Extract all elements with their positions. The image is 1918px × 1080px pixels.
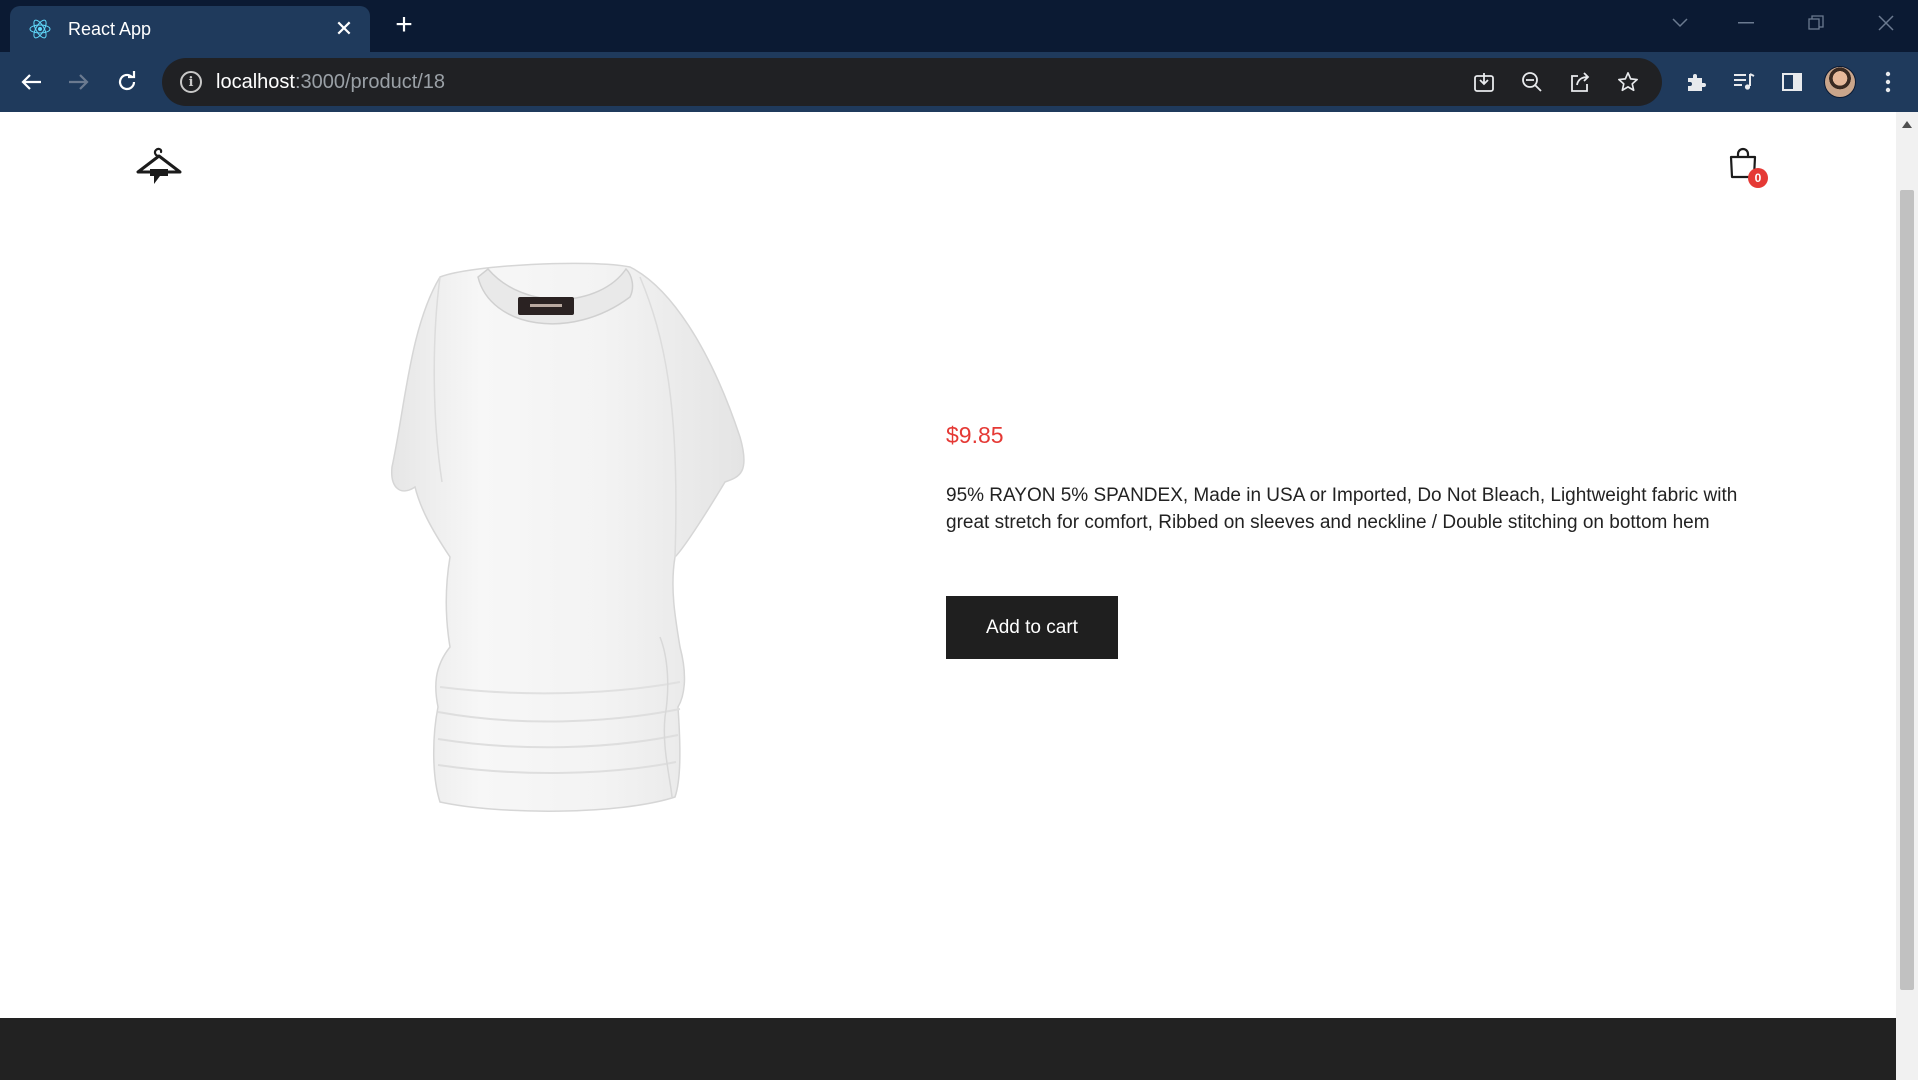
star-icon[interactable] [1604,58,1652,106]
restore-icon[interactable] [1796,8,1836,38]
product-price: $9.85 [946,422,1004,448]
kebab-menu-icon[interactable] [1864,58,1912,106]
minimize-icon[interactable] [1726,8,1766,38]
reload-button[interactable] [110,65,144,99]
side-panel-icon[interactable] [1768,58,1816,106]
url-host: localhost [216,70,295,93]
product-image [320,257,760,817]
browser-toolbar: i localhost:3000/product/18 [0,52,1918,112]
back-button[interactable] [14,65,48,99]
new-tab-button[interactable]: + [388,10,420,42]
close-tab-icon[interactable]: ✕ [332,18,356,40]
reload-icon [118,71,136,91]
url-text[interactable]: localhost:3000/product/18 [216,71,445,94]
browser-tab-strip: React App ✕ + [0,0,1918,52]
close-window-icon[interactable] [1866,8,1906,38]
scroll-up-arrow-icon[interactable] [1896,116,1918,132]
arrow-left-icon [21,74,41,90]
cart-count-badge: 0 [1748,168,1768,188]
arrow-right-icon [69,74,89,90]
forward-button[interactable] [62,65,96,99]
install-icon[interactable] [1460,58,1508,106]
info-icon[interactable]: i [180,71,202,93]
media-queue-icon[interactable] [1720,58,1768,106]
zoom-out-icon[interactable] [1508,58,1556,106]
react-icon [28,17,52,41]
cart-button[interactable]: 0 [1728,146,1768,190]
browser-tab[interactable]: React App ✕ [10,6,370,52]
page-scrollbar[interactable] [1896,112,1918,1080]
address-bar[interactable]: i localhost:3000/product/18 [162,58,1662,106]
puzzle-icon[interactable] [1672,58,1720,106]
share-icon[interactable] [1556,58,1604,106]
scrollbar-thumb[interactable] [1900,190,1914,990]
add-to-cart-button[interactable]: Add to cart [946,596,1118,659]
avatar [1824,66,1856,98]
url-path: :3000/product/18 [294,70,446,93]
tab-title: React App [68,18,152,39]
product-description: 95% RAYON 5% SPANDEX, Made in USA or Imp… [946,485,1738,533]
tab-search-chevron-icon[interactable] [1660,8,1700,38]
footer [0,1018,1896,1080]
hanger-house-logo[interactable] [134,140,184,190]
profile-button[interactable] [1816,58,1864,106]
page-viewport: 0 $9.85 95% RAYON 5% SPANDEX, Made in US… [0,112,1896,1080]
